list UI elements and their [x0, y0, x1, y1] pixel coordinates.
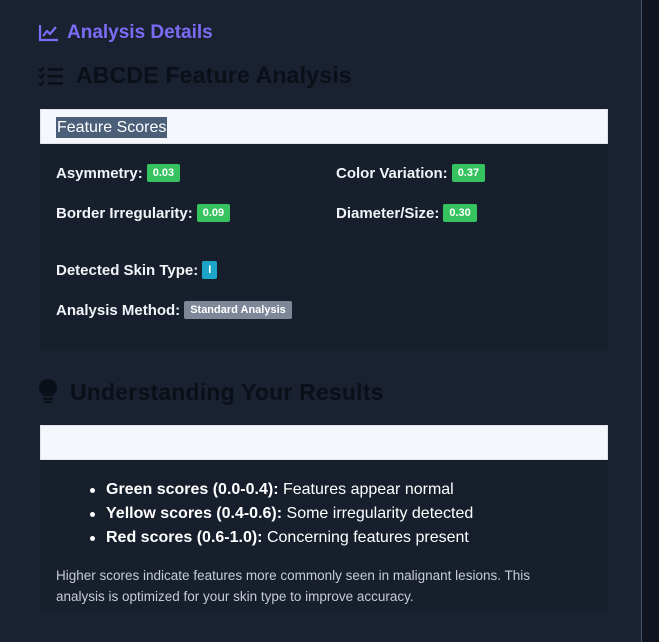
feature-scores-header: Feature Scores [40, 109, 608, 144]
color-variation-label: Color Variation: [336, 164, 448, 182]
diameter-label: Diameter/Size: [336, 204, 440, 222]
legend-term-red: Red scores (0.6-1.0): [106, 529, 263, 546]
understanding-heading: Understanding Your Results [38, 378, 384, 406]
legend-desc-yellow: Some irregularity detected [282, 505, 474, 522]
legend-term-yellow: Yellow scores (0.4-0.6): [106, 505, 283, 522]
legend-item-yellow: Yellow scores (0.4-0.6): Some irregulari… [88, 503, 473, 527]
color-variation-score: Color Variation: 0.37 [336, 164, 486, 182]
legend-term-green: Green scores (0.0-0.4): [106, 481, 279, 498]
understanding-body: Green scores (0.0-0.4): Features appear … [40, 460, 608, 610]
color-variation-badge: 0.37 [451, 164, 486, 182]
analysis-method-row: Analysis Method: Standard Analysis [56, 301, 292, 319]
section-title-text: Analysis Details [67, 22, 213, 43]
legend-item-green: Green scores (0.0-0.4): Features appear … [88, 479, 473, 503]
diameter-badge: 0.30 [443, 204, 477, 222]
diameter-score: Diameter/Size: 0.30 [336, 204, 477, 222]
results-note: Higher scores indicate features more com… [56, 568, 530, 604]
understanding-heading-text: Understanding Your Results [70, 378, 384, 405]
analysis-method-badge: Standard Analysis [184, 301, 292, 319]
analysis-panel: Analysis Details ABCDE Feature Analysis … [0, 0, 642, 642]
border-irregularity-score: Border Irregularity: 0.09 [56, 204, 231, 222]
legend-desc-green: Features appear normal [278, 481, 454, 498]
legend-desc-red: Concerning features present [262, 529, 469, 546]
skin-type-label: Detected Skin Type: [56, 261, 199, 279]
analysis-method-label: Analysis Method: [56, 301, 181, 319]
asymmetry-badge: 0.03 [146, 164, 181, 182]
border-irregularity-badge: 0.09 [196, 204, 231, 222]
feature-scores-title: Feature Scores [56, 117, 168, 138]
score-legend: Green scores (0.0-0.4): Features appear … [88, 479, 473, 551]
asymmetry-score: Asymmetry: 0.03 [56, 164, 181, 182]
skin-type-badge: I [202, 261, 218, 279]
legend-item-red: Red scores (0.6-1.0): Concerning feature… [88, 527, 473, 551]
asymmetry-label: Asymmetry: [56, 164, 143, 182]
abcde-heading: ABCDE Feature Analysis [38, 62, 352, 89]
skin-type-row: Detected Skin Type: I [56, 261, 218, 279]
checklist-icon [38, 65, 64, 86]
section-title: Analysis Details [38, 22, 213, 44]
understanding-header [40, 425, 608, 460]
line-chart-icon [38, 24, 59, 42]
abcde-heading-text: ABCDE Feature Analysis [76, 62, 352, 88]
border-irregularity-label: Border Irregularity: [56, 204, 193, 222]
lightbulb-icon [38, 378, 58, 406]
feature-scores-body: Asymmetry: 0.03 Color Variation: 0.37 Bo… [40, 144, 608, 350]
